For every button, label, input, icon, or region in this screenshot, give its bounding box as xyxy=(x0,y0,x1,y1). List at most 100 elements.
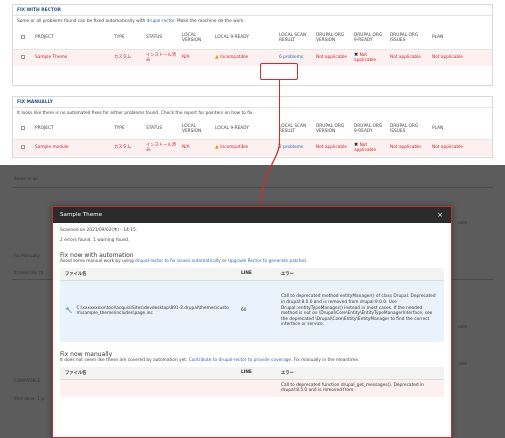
project-name: Sample module xyxy=(35,145,69,151)
org-ready: ✖ Not applicable xyxy=(354,51,377,63)
scan-result-dialog: Sample Theme × Scanned on 2021/09/02(木) … xyxy=(52,206,452,438)
wrench-icon: 🔧 xyxy=(65,307,73,315)
manual-table: PROJECT TYPE STATUS LOCAL VERSION LOCAL … xyxy=(13,119,492,156)
ghost-text: COMPATIBLE xyxy=(14,378,41,383)
row-checkbox[interactable] xyxy=(21,54,25,59)
project-type: カスタム xyxy=(114,145,132,151)
header-org-ready[interactable]: DRUPAL.ORG 9-READY xyxy=(352,119,388,139)
table-row: 🔧 C:\xxxxxxxxx\tool\acquia\Sites\devdesk… xyxy=(60,280,444,342)
annotation-highlight-box xyxy=(260,63,298,80)
scan-result-link[interactable]: 6 problems xyxy=(279,55,303,60)
x-icon: ✖ xyxy=(354,141,359,148)
ghost-text: Well done. 1 p xyxy=(14,396,44,401)
error-message: Call to deprecated method entityManager(… xyxy=(276,280,444,342)
header-error: エラー xyxy=(276,268,444,281)
org-version: Not applicable xyxy=(316,145,347,151)
dialog-title: Sample Theme xyxy=(60,212,103,218)
select-all-checkbox[interactable] xyxy=(21,125,25,130)
file-path: C:\xxxxxxxxx\tool\acquia\Sites\devdeskto… xyxy=(76,305,229,317)
drupal-rector-link[interactable]: drupal-rector to fix issues automaticall… xyxy=(135,259,221,264)
ghost-text: Fix Manually xyxy=(14,253,40,258)
header-local-version[interactable]: LOCAL VERSION xyxy=(180,119,213,139)
header-line: LINE xyxy=(236,367,276,380)
file-cell: 🔧 C:\xxxxxxxxx\tool\acquia\Sites\devdesk… xyxy=(60,280,236,342)
divider xyxy=(12,187,493,188)
header-plan[interactable]: PLAN xyxy=(430,27,492,49)
panel-title: FIX MANUALLY xyxy=(13,97,492,108)
panel-title: FIX WITH RECTOR xyxy=(13,5,492,16)
panel-description: Some or all problems found can be fixed … xyxy=(17,19,245,24)
header-status[interactable]: STATUS xyxy=(144,119,180,139)
scan-summary: 2 errors found. 1 warning found. xyxy=(60,238,130,243)
project-status: インストール済み xyxy=(146,52,176,63)
line-number: 60 xyxy=(236,280,276,342)
org-ready: ✖ Not applicable xyxy=(354,141,377,153)
header-project[interactable]: PROJECT xyxy=(33,119,112,139)
header-org-ready[interactable]: DRUPAL.ORG 9-READY xyxy=(352,27,388,49)
header-file: ファイル名 xyxy=(60,367,236,380)
annotation-arrow xyxy=(279,80,281,142)
header-local-version[interactable]: LOCAL VERSION xyxy=(180,27,213,49)
org-issues: Not applicable xyxy=(390,145,421,151)
header-project[interactable]: PROJECT xyxy=(33,27,112,49)
header-local-ready[interactable]: LOCAL 9-READY xyxy=(213,27,277,49)
automation-heading: Fix now with automation xyxy=(60,252,134,259)
automation-table: ファイル名 LINE エラー 🔧 C:\xxxxxxxxx\tool\acqui… xyxy=(60,268,444,342)
header-type[interactable]: TYPE xyxy=(112,27,144,49)
local-version: N/A xyxy=(182,55,190,61)
drupal-rector-link[interactable]: drupal-rector xyxy=(147,19,175,24)
table-row: Sample module カスタム インストール済み N/A ▲ Incomp… xyxy=(13,139,492,156)
manual-table: ファイル名 LINE エラー Call to deprecated functi… xyxy=(60,367,444,397)
ghost-text: It looks like th xyxy=(14,270,44,275)
ghost-text: Some or all xyxy=(14,176,38,181)
header-org-version[interactable]: DRUPAL.ORG VERSION xyxy=(314,27,352,49)
line-number xyxy=(236,379,276,397)
panel-description: It looks like there is no automated fixe… xyxy=(17,111,254,116)
automation-description: Avoid some manual work by using drupal-r… xyxy=(60,259,308,264)
dialog-header: Sample Theme × xyxy=(53,207,451,223)
manual-description: It does not seem like these are covered … xyxy=(60,358,360,363)
annotation-highlight-box xyxy=(262,142,296,156)
project-status: インストール済み xyxy=(146,142,176,153)
table-row: Call to deprecated function drupal_get_m… xyxy=(60,379,444,397)
table-row: Sample Theme カスタム インストール済み N/A ▲ Incompa… xyxy=(13,49,492,66)
local-version: N/A xyxy=(182,145,190,151)
header-local-scan-result[interactable]: LOCAL SCAN RESULT xyxy=(277,119,314,139)
error-message: Call to deprecated function drupal_get_m… xyxy=(276,379,444,397)
header-local-scan-result[interactable]: LOCAL SCAN RESULT xyxy=(277,27,314,49)
warning-icon: ▲ xyxy=(215,54,219,61)
header-error: エラー xyxy=(276,367,444,380)
project-type: カスタム xyxy=(114,55,132,61)
org-version: Not applicable xyxy=(316,55,347,61)
fix-manually-panel: FIX MANUALLY It looks like there is no a… xyxy=(12,96,493,158)
header-org-version[interactable]: DRUPAL.ORG VERSION xyxy=(314,119,352,139)
header-org-issues[interactable]: DRUPAL.ORG ISSUES xyxy=(388,119,430,139)
dialog-body: Scanned on 2021/09/02(木) - 14:15. 2 erro… xyxy=(53,223,451,402)
contribute-link[interactable]: Contribute to drupal-rector to provide c… xyxy=(189,358,291,363)
close-icon[interactable]: × xyxy=(437,207,443,223)
org-issues: Not applicable xyxy=(390,55,421,61)
header-line: LINE xyxy=(236,268,276,281)
header-local-ready[interactable]: LOCAL 9-READY xyxy=(213,119,277,139)
rector-table: PROJECT TYPE STATUS LOCAL VERSION LOCAL … xyxy=(13,27,492,66)
x-icon: ✖ xyxy=(354,51,359,58)
header-type[interactable]: TYPE xyxy=(112,119,144,139)
project-name: Sample Theme xyxy=(35,55,68,61)
manual-heading: Fix now manually xyxy=(60,351,113,358)
row-checkbox[interactable] xyxy=(21,144,25,149)
ghost-text: able xyxy=(458,361,467,366)
file-cell xyxy=(60,379,236,397)
plan: Not applicable xyxy=(432,55,463,61)
fix-with-rector-panel: FIX WITH RECTOR Some or all problems fou… xyxy=(12,4,493,86)
ghost-text: able xyxy=(458,324,467,329)
ghost-text: able xyxy=(458,220,467,225)
select-all-checkbox[interactable] xyxy=(21,34,25,39)
header-plan[interactable]: PLAN xyxy=(430,119,492,139)
warning-icon: ▲ xyxy=(215,144,219,151)
header-org-issues[interactable]: DRUPAL.ORG ISSUES xyxy=(388,27,430,49)
header-file: ファイル名 xyxy=(60,268,236,281)
upgrade-rector-link[interactable]: Upgrade Rector to generate patches xyxy=(228,259,307,264)
scanned-date: Scanned on 2021/09/02(木) - 14:15. xyxy=(60,228,138,233)
plan: Not applicable xyxy=(432,145,463,151)
header-status[interactable]: STATUS xyxy=(144,27,180,49)
